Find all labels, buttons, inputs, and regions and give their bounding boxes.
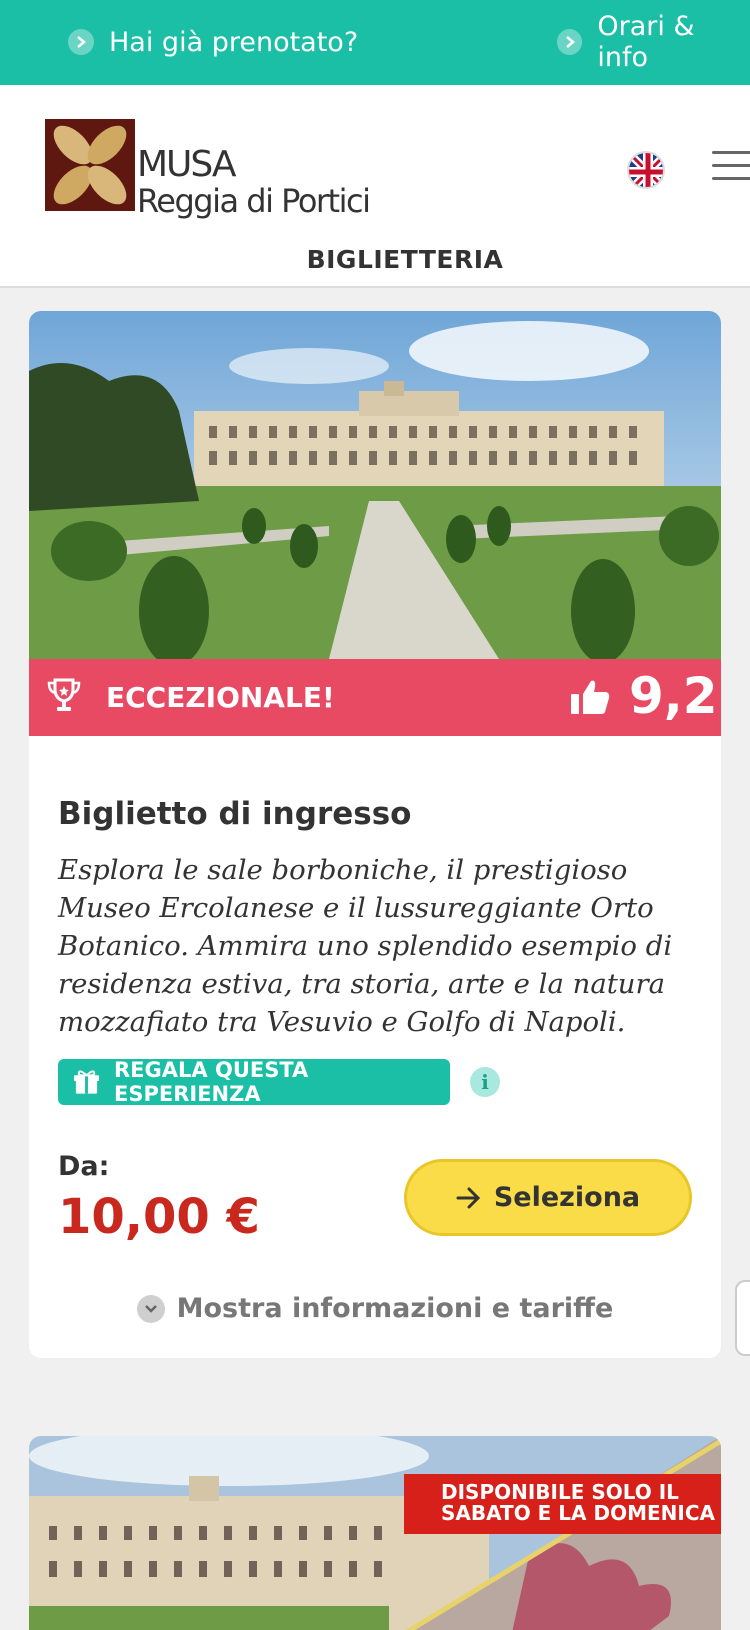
price-value: 10,00 € <box>58 1189 260 1245</box>
side-tab[interactable] <box>735 1280 750 1356</box>
arrow-right-icon <box>456 1187 480 1208</box>
thumbs-up-icon <box>569 677 611 722</box>
trophy-icon <box>47 677 81 720</box>
show-info-label: Mostra informazioni e tariffe <box>176 1293 614 1324</box>
logo-line1: MUSA <box>137 144 237 185</box>
rating-score: 9,2 <box>629 667 718 725</box>
palace-photo <box>29 311 721 659</box>
ticket-description: Esplora le sale borboniche, il prestigio… <box>58 854 673 1038</box>
ticket-title: Biglietto di ingresso <box>58 796 412 832</box>
ticket-card: ECCEZIONALE! 9,2 Biglietto di ingresso E… <box>29 311 721 1358</box>
hours-info-link[interactable]: Orari & info <box>557 11 750 73</box>
section-title: BIGLIETTERIA <box>306 245 504 274</box>
logo-line2: Reggia di Portici <box>137 182 371 220</box>
uk-flag-icon[interactable] <box>627 151 665 189</box>
gift-icon <box>73 1070 100 1094</box>
select-button[interactable]: Seleziona <box>404 1159 692 1236</box>
banner-line1: DISPONIBILE SOLO IL <box>441 1480 679 1504</box>
logo-icon[interactable] <box>45 119 135 211</box>
booked-link[interactable]: Hai già prenotato? <box>68 22 358 62</box>
top-bar: Hai già prenotato? Orari & info <box>0 0 750 85</box>
show-info-toggle[interactable]: Mostra informazioni e tariffe <box>29 1293 721 1324</box>
weekend-only-banner: DISPONIBILE SOLO IL SABATO E LA DOMENICA <box>404 1474 721 1534</box>
rating-bar: ECCEZIONALE! 9,2 <box>29 659 721 736</box>
logo-wordmark[interactable]: MUSA Reggia di Portici <box>137 144 371 220</box>
site-header: MUSA Reggia di Portici BIGLIETTERIA <box>0 85 750 288</box>
rating-label: ECCEZIONALE! <box>106 681 335 714</box>
banner-line2: SABATO E LA DOMENICA <box>441 1501 715 1525</box>
price-prefix: Da: <box>58 1151 110 1182</box>
chevron-right-icon <box>68 29 94 55</box>
chevron-right-icon <box>557 29 583 55</box>
chevron-down-icon <box>136 1294 165 1323</box>
second-ticket-card: DISPONIBILE SOLO IL SABATO E LA DOMENICA <box>29 1436 721 1630</box>
gift-experience-button[interactable]: REGALA QUESTA ESPERIENZA <box>58 1058 450 1106</box>
gift-experience-label: REGALA QUESTA ESPERIENZA <box>114 1058 309 1106</box>
hamburger-icon[interactable] <box>712 151 750 181</box>
select-button-label: Seleziona <box>493 1182 641 1213</box>
hours-info-link-label: Orari & info <box>597 11 695 73</box>
info-icon[interactable]: i <box>470 1067 500 1097</box>
booked-link-label: Hai già prenotato? <box>109 26 359 58</box>
